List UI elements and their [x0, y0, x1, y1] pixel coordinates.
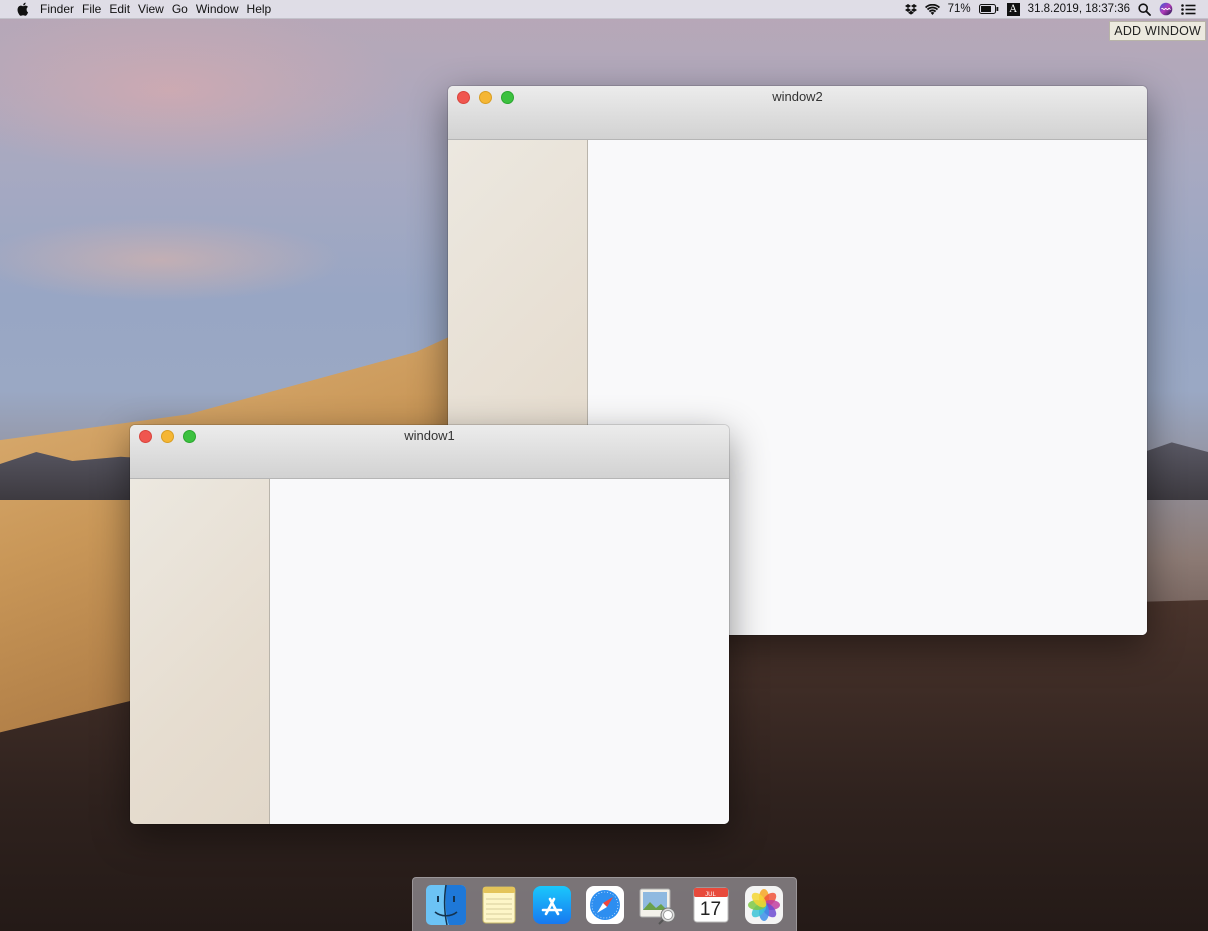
dock-preview-icon[interactable]	[637, 884, 679, 926]
apple-icon[interactable]	[16, 2, 30, 16]
window-1[interactable]: window1	[130, 425, 729, 824]
menu-help[interactable]: Help	[243, 0, 276, 18]
window-title: window2	[772, 89, 823, 104]
dock-safari-icon[interactable]	[584, 884, 626, 926]
dock-calendar-icon[interactable]: JUL 17	[690, 884, 732, 926]
menu-window[interactable]: Window	[192, 0, 243, 18]
window-1-content	[270, 479, 729, 824]
menu-go[interactable]: Go	[168, 0, 192, 18]
window-1-sidebar	[130, 479, 270, 824]
add-window-button[interactable]: ADD WINDOW	[1109, 21, 1206, 41]
menubar-clock[interactable]: 31.8.2019, 18:37:36	[1028, 3, 1130, 15]
window-1-titlebar[interactable]: window1	[130, 425, 729, 479]
dock-app-store-icon[interactable]	[531, 884, 573, 926]
dock: JUL 17	[412, 877, 797, 931]
input-source-icon[interactable]: A	[1006, 2, 1020, 16]
menu-view[interactable]: View	[134, 0, 168, 18]
dock-notes-icon[interactable]	[478, 884, 520, 926]
battery-percent: 71%	[947, 3, 971, 15]
window-2-titlebar[interactable]: window2	[448, 86, 1147, 140]
menu-bar: Finder File Edit View Go Window Help 71%…	[0, 0, 1208, 19]
window-title: window1	[404, 428, 455, 443]
menu-edit[interactable]: Edit	[105, 0, 134, 18]
spotlight-icon[interactable]	[1138, 2, 1151, 16]
dropbox-icon[interactable]	[904, 3, 917, 15]
battery-icon[interactable]	[978, 4, 999, 14]
siri-icon[interactable]	[1159, 2, 1173, 16]
calendar-day: 17	[699, 898, 722, 920]
dock-finder-icon[interactable]	[425, 884, 467, 926]
menu-file[interactable]: File	[78, 0, 105, 18]
menu-app-finder[interactable]: Finder	[36, 0, 78, 18]
wifi-icon[interactable]	[924, 3, 940, 15]
dock-photos-icon[interactable]	[743, 884, 785, 926]
notification-center-icon[interactable]	[1181, 3, 1196, 15]
calendar-month: JUL	[705, 891, 716, 898]
